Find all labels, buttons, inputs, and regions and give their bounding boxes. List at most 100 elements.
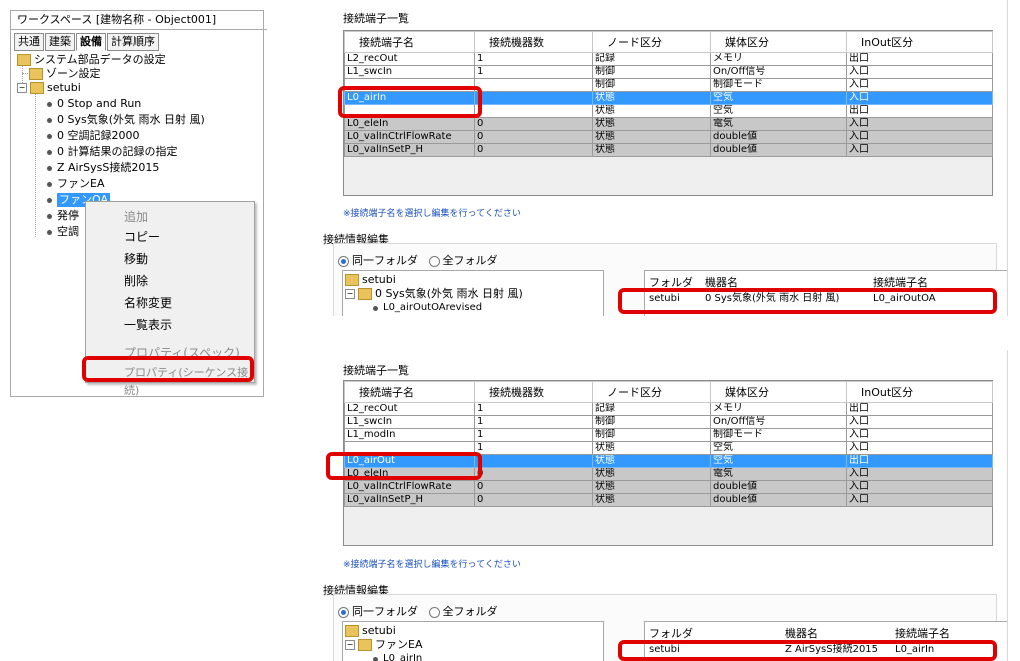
tree-item[interactable]: − 0 Sys気象(外気 雨水 日射 風) — [345, 287, 523, 301]
column-header[interactable]: 媒体区分 — [710, 31, 847, 53]
cell-node: 制御 — [592, 415, 711, 429]
cell-node: 制御 — [592, 65, 711, 79]
column-header[interactable]: 接続機器数 — [474, 381, 593, 403]
menu-item-delete[interactable]: 削除 — [124, 272, 148, 290]
tree-item[interactable]: − ファンEA — [345, 638, 422, 652]
tab-architecture[interactable]: 建築 — [45, 33, 75, 51]
connection-list-header: フォルダ 機器名 接続端子名 — [645, 622, 1007, 640]
tree-item-hvac[interactable]: 空調 — [47, 225, 79, 239]
menu-item-add[interactable]: 追加 — [124, 208, 148, 226]
tree-item-calc-record[interactable]: 0 計算結果の記録の指定 — [47, 145, 178, 159]
column-header[interactable]: InOut区分 — [846, 31, 993, 53]
terminal-row[interactable]: L1_swcIn 1 制御 On/Off信号 入口 — [344, 415, 993, 429]
tree-item-setubi[interactable]: − setubi — [17, 81, 81, 95]
tree-item-label: 発停 — [57, 209, 79, 222]
collapse-icon[interactable]: − — [345, 640, 355, 650]
cell-medium: 空気 — [710, 104, 847, 118]
column-header[interactable]: ノード区分 — [592, 31, 711, 53]
tab-common[interactable]: 共通 — [14, 33, 44, 51]
terminal-row[interactable]: L2_recOut 1 記録 メモリ 出口 — [344, 402, 993, 416]
cell-medium: double値 — [710, 493, 847, 507]
node-icon — [373, 656, 378, 661]
tree-item-label: 0 Sys気象(外気 雨水 日射 風) — [57, 113, 205, 126]
cell-node: 状態 — [592, 454, 711, 468]
cell-io: 入口 — [846, 493, 993, 507]
column-header[interactable]: 媒体区分 — [710, 381, 847, 403]
tree-item-stop-run[interactable]: 0 Stop and Run — [47, 97, 141, 111]
column-header[interactable]: 接続端子名 — [344, 31, 475, 53]
folder-icon — [345, 274, 359, 286]
cell-count — [474, 91, 593, 105]
column-header[interactable]: ノード区分 — [592, 381, 711, 403]
tree-item-airsys[interactable]: Z AirSysS接続2015 — [47, 161, 159, 175]
tab-equipment[interactable]: 設備 — [76, 33, 106, 51]
node-icon — [47, 181, 52, 187]
cell-count: 1 — [474, 52, 593, 66]
tree-root[interactable]: システム部品データの設定 — [17, 53, 166, 67]
tree-item-zone[interactable]: ゾーン設定 — [29, 67, 100, 81]
menu-item-move[interactable]: 移動 — [124, 250, 148, 268]
tree-item[interactable]: setubi — [345, 273, 396, 287]
tree-item-hvac-record[interactable]: 0 空調記録2000 — [47, 129, 140, 143]
tree-item-fan-ea[interactable]: ファンEA — [47, 177, 104, 191]
terminal-row[interactable]: L1_modIn 1 制御 制御モード 入口 — [344, 428, 993, 442]
cell-node: 記録 — [592, 402, 711, 416]
cell-io: 入口 — [846, 415, 993, 429]
tree-item[interactable]: L0_airIn — [373, 652, 422, 661]
terminal-row[interactable]: L0_valInCtrlFlowRate 0 状態 double値 入口 — [344, 480, 993, 494]
connection-list-header: フォルダ 機器名 接続端子名 — [645, 271, 1007, 289]
tab-calc-order[interactable]: 計算順序 — [107, 33, 159, 51]
tree-item[interactable]: setubi — [345, 624, 396, 638]
menu-item-copy[interactable]: コピー — [124, 228, 160, 246]
radio-same-folder[interactable] — [338, 255, 349, 267]
column-header[interactable]: 接続機器数 — [474, 31, 593, 53]
radio-all-folders[interactable] — [428, 255, 440, 267]
collapse-icon[interactable]: − — [345, 289, 355, 299]
tree-item-start-stop[interactable]: 発停 — [47, 209, 79, 223]
collapse-icon[interactable]: − — [17, 83, 27, 93]
cell-medium: メモリ — [710, 52, 847, 66]
terminal-row[interactable]: L0_eleIn 0 状態 電気 入口 — [344, 117, 993, 131]
cell-medium: 制御モード — [710, 428, 847, 442]
terminal-row[interactable]: L2_recOut 1 記録 メモリ 出口 — [344, 52, 993, 66]
node-icon — [47, 101, 52, 107]
tree-item-sys-weather[interactable]: 0 Sys気象(外気 雨水 日射 風) — [47, 113, 205, 127]
cell-io: 入口 — [846, 91, 993, 105]
terminal-row[interactable]: L0_valInSetP_H 0 状態 double値 入口 — [344, 143, 993, 157]
node-icon — [47, 149, 52, 155]
callout-box — [82, 356, 254, 382]
cell-node: 状態 — [592, 493, 711, 507]
column-header[interactable]: 接続端子名 — [344, 381, 475, 403]
tree-item-label: ファンEA — [375, 638, 423, 651]
terminal-row[interactable]: L0_valInCtrlFlowRate 0 状態 double値 入口 — [344, 130, 993, 144]
menu-item-list-view[interactable]: 一覧表示 — [124, 316, 172, 334]
terminal-panel-1: 接続端子一覧 接続端子名 接続機器数 ノード区分 媒体区分 InOut区分 L2_recO… — [313, 0, 1008, 316]
menu-item-rename[interactable]: 名称変更 — [124, 294, 172, 312]
callout-box — [618, 640, 997, 661]
cell-node: 状態 — [592, 104, 711, 118]
cell-medium: double値 — [710, 480, 847, 494]
cell-node: 状態 — [592, 91, 711, 105]
cell-count — [474, 104, 593, 118]
radio-same-folder[interactable] — [338, 606, 349, 618]
tree-item[interactable]: L0_airOutOArevised — [373, 301, 482, 315]
radio-all-folders[interactable] — [428, 606, 440, 618]
cell-count: 1 — [474, 415, 593, 429]
cell-node: 制御 — [592, 428, 711, 442]
terminal-row[interactable]: L1_swcIn 1 制御 On/Off信号 入口 — [344, 65, 993, 79]
node-icon — [373, 305, 378, 311]
cell-count — [474, 454, 593, 468]
tree-item-label: setubi — [47, 81, 81, 94]
instruction-note: ※接続端子名を選択し編集を行ってください — [343, 209, 521, 219]
col-header: フォルダ — [649, 627, 693, 640]
terminal-row[interactable]: L0_valInSetP_H 0 状態 double値 入口 — [344, 493, 993, 507]
node-icon — [47, 117, 52, 123]
cell-name: L0_valInCtrlFlowRate — [344, 130, 475, 144]
cell-count: 1 — [474, 65, 593, 79]
cell-name: L2_recOut — [344, 402, 475, 416]
column-header[interactable]: InOut区分 — [846, 381, 993, 403]
cell-medium: 空気 — [710, 441, 847, 455]
cell-io: 出口 — [846, 402, 993, 416]
cell-io: 入口 — [846, 467, 993, 481]
tree-item-label: Z AirSysS接続2015 — [57, 161, 160, 174]
